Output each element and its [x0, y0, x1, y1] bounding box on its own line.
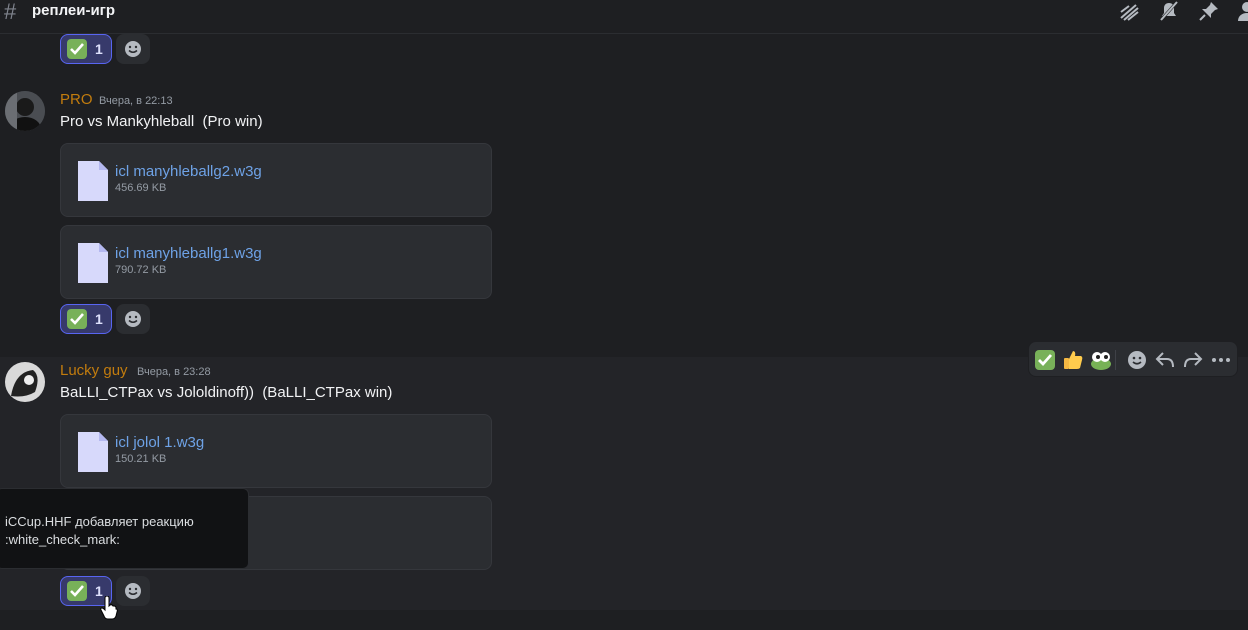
author-name[interactable]: PRO — [60, 91, 93, 108]
timestamp: Вчера, в 23:28 — [137, 366, 211, 378]
reply-icon[interactable] — [1153, 348, 1177, 372]
add-reaction-button[interactable] — [116, 304, 150, 334]
message: PRO Вчера, в 22:13 Pro vs Mankyhleball (… — [0, 86, 1248, 356]
add-reaction-button[interactable] — [116, 34, 150, 64]
smiley-icon — [125, 583, 141, 599]
message-hover-toolbar — [1028, 341, 1238, 377]
reaction-check[interactable]: 1 — [60, 304, 112, 334]
reaction-tooltip: iCCup.HHF добавляет реакцию :white_check… — [0, 488, 249, 569]
message: Lucky guy Вчера, в 23:28 BaLLI_CTPax vs … — [0, 357, 1248, 610]
timestamp: Вчера, в 22:13 — [99, 95, 173, 107]
file-icon — [78, 161, 108, 201]
file-attachment: icl manyhleballg1.w3g 790.72 KB — [60, 225, 492, 299]
tooltip-line-1: iCCup.HHF добавляет реакцию — [5, 514, 194, 529]
white-check-mark-icon — [67, 309, 87, 329]
white-check-mark-icon — [67, 581, 87, 601]
file-icon — [78, 432, 108, 472]
threads-icon[interactable] — [1118, 0, 1140, 22]
reaction-count: 1 — [95, 311, 103, 327]
avatar[interactable] — [5, 91, 45, 131]
add-reaction-icon[interactable] — [1125, 348, 1149, 372]
members-icon[interactable] — [1236, 0, 1248, 22]
thumbs-up-icon[interactable] — [1061, 348, 1085, 372]
reaction-check[interactable]: 1 — [60, 34, 112, 64]
reaction-count: 1 — [95, 41, 103, 57]
white-check-mark-icon[interactable] — [1033, 348, 1057, 372]
message-text: BaLLI_CTPax vs Jololdinoff)) (BaLLI_CTPa… — [60, 384, 393, 401]
toolbar-divider — [1115, 350, 1116, 370]
smiley-icon — [125, 41, 141, 57]
white-check-mark-icon — [67, 39, 87, 59]
hand-cursor-icon — [100, 596, 118, 620]
avatar[interactable] — [5, 362, 45, 402]
author-name[interactable]: Lucky guy — [60, 362, 128, 379]
mute-icon[interactable] — [1158, 0, 1180, 22]
more-icon[interactable] — [1209, 348, 1233, 372]
pin-icon[interactable] — [1198, 0, 1220, 22]
file-size: 790.72 KB — [115, 264, 167, 276]
channel-header: # реплеи-игр — [0, 0, 1248, 34]
add-reaction-button[interactable] — [116, 576, 150, 606]
file-attachment: icl manyhleballg2.w3g 456.69 KB — [60, 143, 492, 217]
forward-icon[interactable] — [1181, 348, 1205, 372]
file-attachment: icl jolol 1.w3g 150.21 KB — [60, 414, 492, 488]
tooltip-text: iCCup.HHF добавляет реакцию :white_check… — [5, 513, 245, 549]
file-link[interactable]: icl jolol 1.w3g — [115, 434, 204, 451]
file-size: 456.69 KB — [115, 182, 167, 194]
file-size: 150.21 KB — [115, 453, 167, 465]
channel-name: реплеи-игр — [32, 2, 116, 19]
file-link[interactable]: icl manyhleballg2.w3g — [115, 163, 262, 180]
file-link[interactable]: icl manyhleballg1.w3g — [115, 245, 262, 262]
hash-icon: # — [4, 0, 17, 24]
smiley-icon — [125, 311, 141, 327]
frog-eyes-icon[interactable] — [1089, 348, 1113, 372]
tooltip-line-2: :white_check_mark: — [5, 532, 120, 547]
file-icon — [78, 243, 108, 283]
message-text: Pro vs Mankyhleball (Pro win) — [60, 113, 263, 130]
